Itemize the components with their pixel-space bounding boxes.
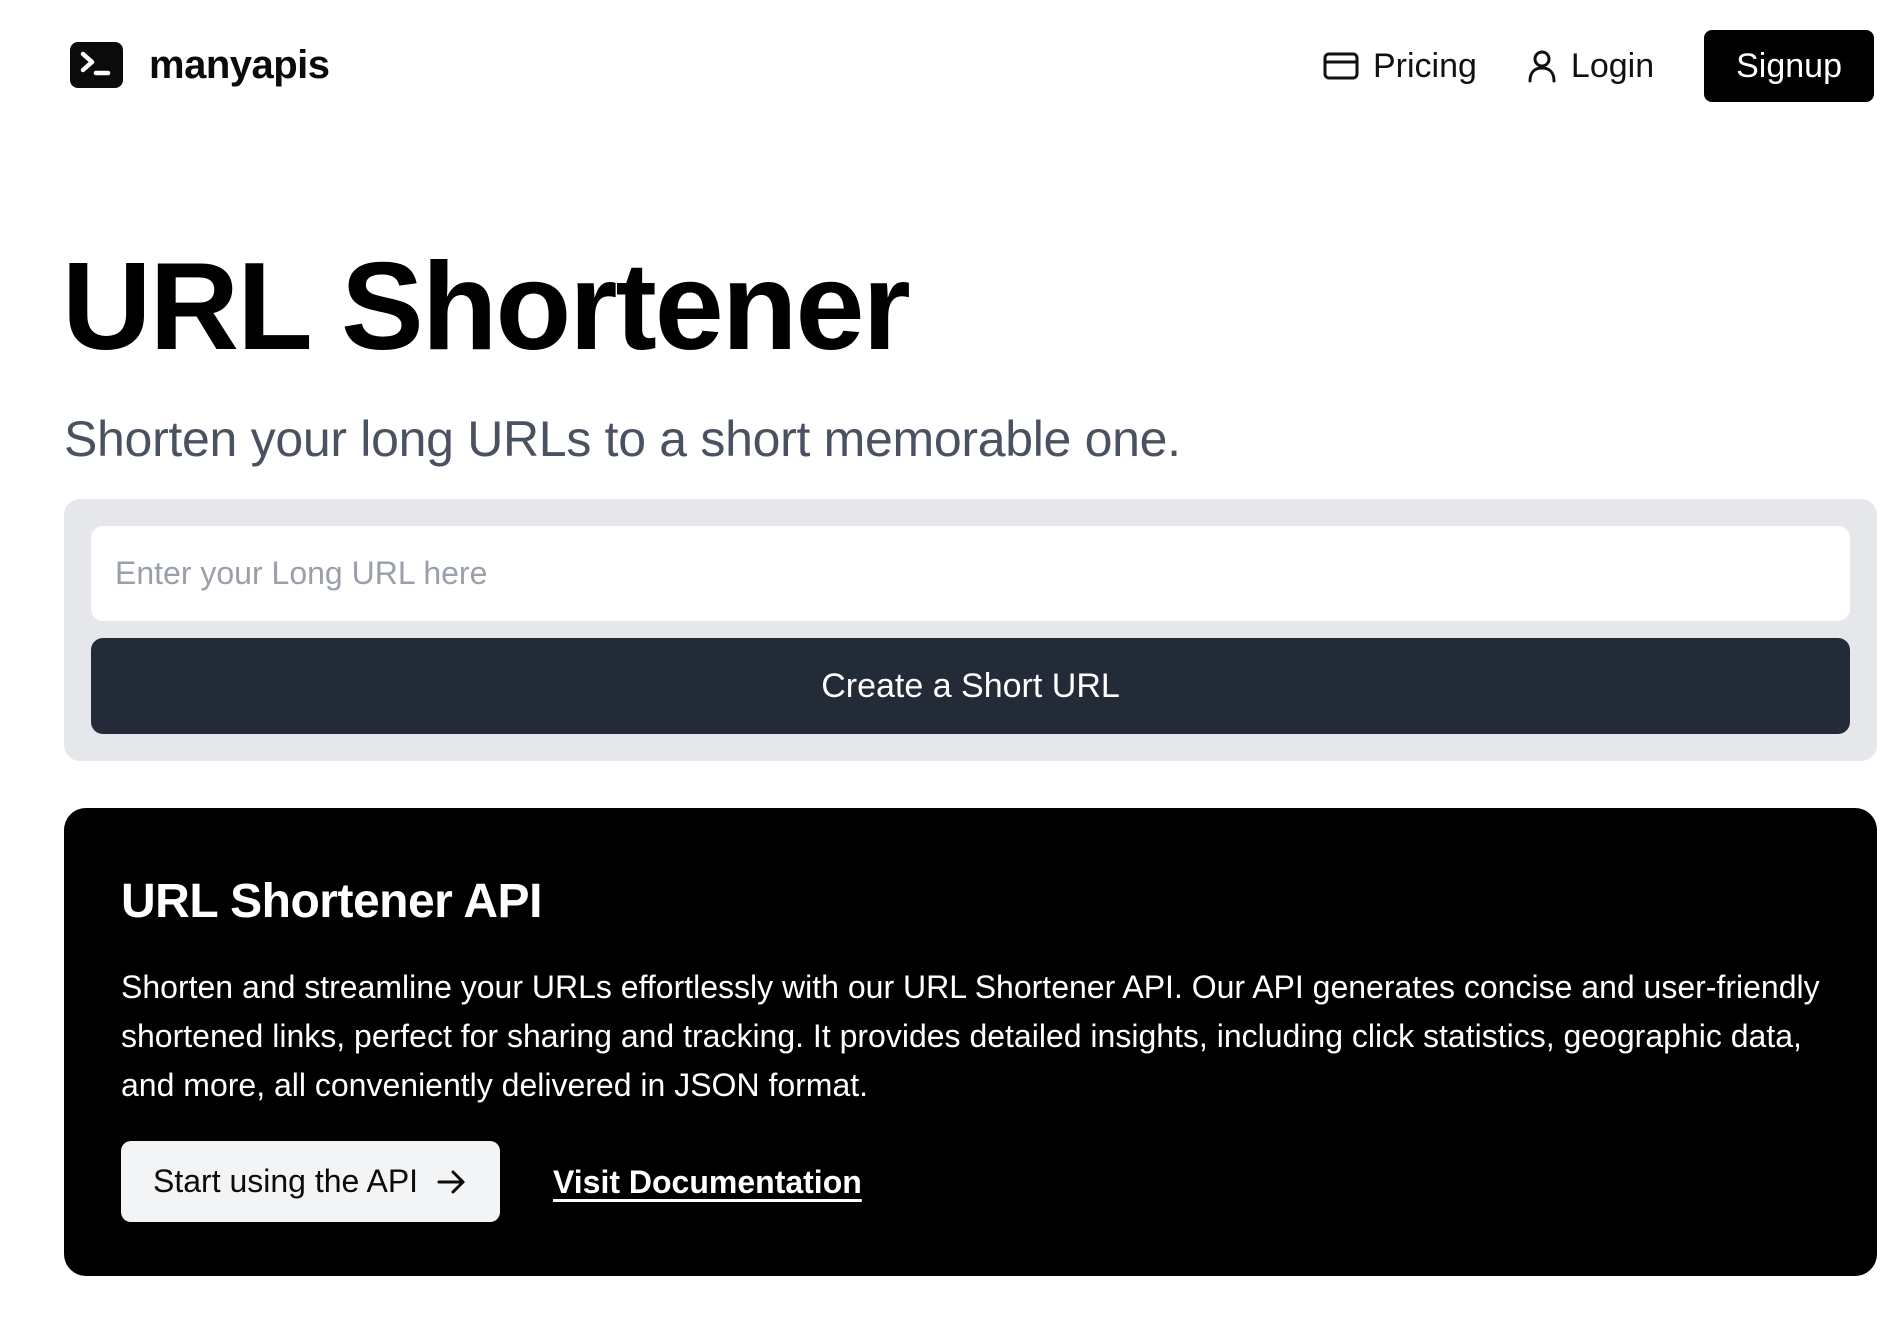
- main-nav: Pricing Login Signup: [1323, 30, 1874, 102]
- site-header: manyapis Pricing Login Signup: [0, 0, 1902, 134]
- visit-documentation-link[interactable]: Visit Documentation: [553, 1164, 862, 1201]
- api-section-description: Shorten and streamline your URLs effortl…: [121, 969, 1820, 1103]
- start-using-api-label: Start using the API: [153, 1163, 419, 1199]
- credit-card-icon: [1323, 51, 1359, 81]
- arrow-right-icon: [436, 1168, 468, 1196]
- page-subtitle: Shorten your long URLs to a short memora…: [64, 411, 1181, 467]
- page-title: URL Shortener: [62, 238, 911, 376]
- terminal-icon: [70, 42, 123, 88]
- brand-logo-link[interactable]: manyapis: [70, 42, 330, 88]
- create-short-url-button[interactable]: Create a Short URL: [91, 638, 1850, 734]
- api-section-title: URL Shortener API: [121, 875, 542, 928]
- long-url-input[interactable]: [91, 526, 1850, 621]
- nav-pricing-label: Pricing: [1372, 46, 1477, 85]
- nav-login-label: Login: [1570, 46, 1655, 85]
- start-using-api-button[interactable]: Start using the API: [121, 1141, 501, 1222]
- nav-pricing-link[interactable]: Pricing: [1323, 47, 1477, 86]
- api-promo-card: URL Shortener API Shorten and streamline…: [64, 808, 1877, 1276]
- nav-login-link[interactable]: Login: [1527, 47, 1654, 86]
- shorten-form: Create a Short URL: [64, 499, 1877, 761]
- signup-button[interactable]: Signup: [1704, 30, 1874, 102]
- brand-name: manyapis: [149, 42, 330, 87]
- user-icon: [1527, 49, 1557, 83]
